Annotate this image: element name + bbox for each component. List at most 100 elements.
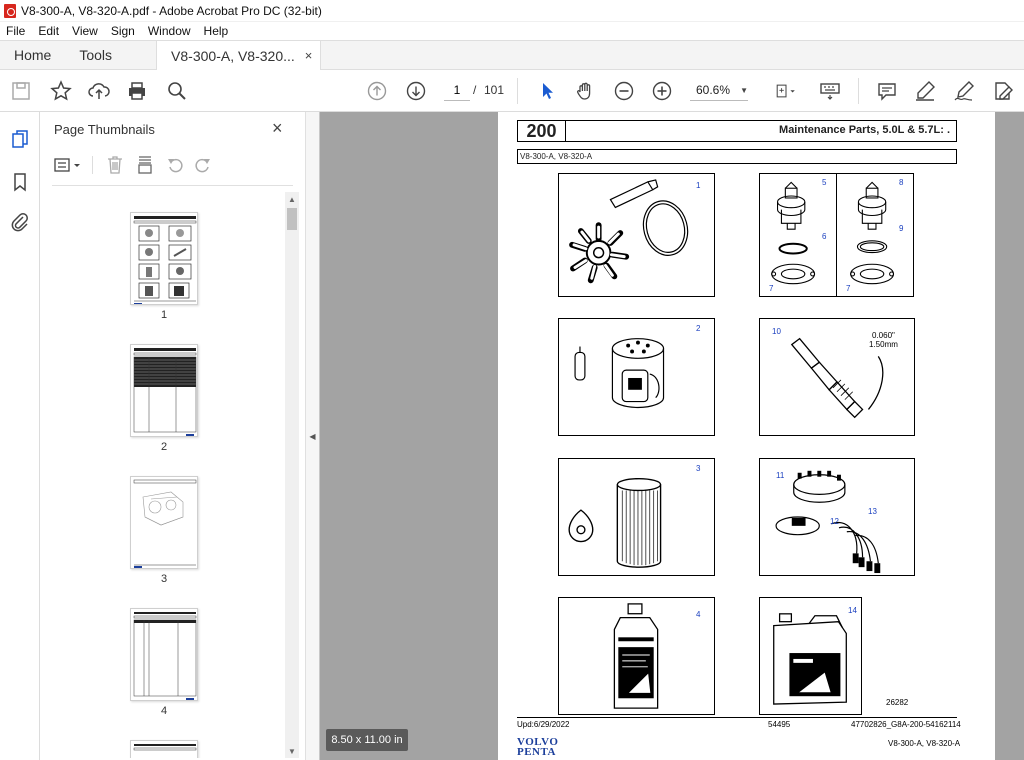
thumbnail-scrollbar[interactable]: ▲ ▼ bbox=[285, 192, 299, 758]
title-bar: V8-300-A, V8-320-A.pdf - Adobe Acrobat P… bbox=[0, 0, 1024, 22]
footer-rule bbox=[517, 717, 957, 718]
page-number-input[interactable] bbox=[444, 79, 470, 101]
main-toolbar: / 101 60.6% ▼ bbox=[0, 70, 1024, 112]
keyboard-icon[interactable] bbox=[818, 79, 842, 103]
thumbnail-label: 1 bbox=[160, 309, 168, 321]
callout-number: 8 bbox=[899, 178, 904, 187]
acrobat-window: V8-300-A, V8-320-A.pdf - Adobe Acrobat P… bbox=[0, 0, 1024, 760]
zoom-level-dropdown[interactable]: 60.6% ▼ bbox=[690, 80, 748, 101]
callout-number: 11 bbox=[776, 471, 785, 480]
options-menu-icon[interactable] bbox=[52, 154, 84, 176]
print-icon[interactable] bbox=[125, 79, 149, 103]
tab-home[interactable]: Home bbox=[0, 41, 67, 69]
thumbnails-icon[interactable] bbox=[8, 128, 32, 152]
scroll-up-icon[interactable]: ▲ bbox=[285, 192, 299, 206]
tab-document[interactable]: V8-300-A, V8-320... × bbox=[156, 41, 322, 70]
menu-edit[interactable]: Edit bbox=[38, 24, 59, 38]
save-icon[interactable] bbox=[9, 79, 33, 103]
scroll-down-icon[interactable]: ▼ bbox=[285, 744, 299, 758]
section-number: 200 bbox=[518, 121, 566, 141]
close-icon[interactable]: × bbox=[272, 118, 283, 139]
document-viewport[interactable]: 200 Maintenance Parts, 5.0L & 5.7L: . V8… bbox=[320, 112, 1024, 760]
zoom-out-icon[interactable] bbox=[612, 79, 636, 103]
select-arrow-icon[interactable] bbox=[535, 79, 559, 103]
navigation-rail bbox=[0, 112, 40, 760]
gap-label-line2: 1.50mm bbox=[869, 340, 898, 349]
callout-number: 7 bbox=[846, 284, 851, 293]
brand-line2: PENTA bbox=[517, 746, 556, 758]
part-illustration-fuel-filter: 2 bbox=[558, 318, 715, 436]
toolbar-divider bbox=[858, 78, 859, 104]
page-up-icon[interactable] bbox=[365, 79, 389, 103]
footer-code: 54495 bbox=[768, 720, 791, 729]
thumbnail-page[interactable] bbox=[130, 212, 198, 305]
delete-icon[interactable] bbox=[104, 154, 126, 176]
section-title: Maintenance Parts, 5.0L & 5.7L: . bbox=[779, 124, 950, 136]
callout-number: 10 bbox=[772, 327, 781, 336]
part-illustration-oil-filter: 3 bbox=[558, 458, 715, 576]
footer-updated: Upd:6/29/2022 bbox=[517, 720, 570, 729]
collapse-panel-icon[interactable]: ◀ bbox=[309, 432, 315, 441]
rotate-left-icon[interactable] bbox=[164, 154, 186, 176]
sign-icon[interactable] bbox=[952, 79, 976, 103]
highlight-icon[interactable] bbox=[913, 79, 937, 103]
page-down-icon[interactable] bbox=[404, 79, 428, 103]
menu-bar: File Edit View Sign Window Help bbox=[0, 22, 1024, 40]
callout-number: 9 bbox=[899, 224, 904, 233]
thumbnail-page[interactable] bbox=[130, 608, 198, 701]
footer-models: V8-300-A, V8-320-A bbox=[888, 739, 961, 748]
pdf-page: 200 Maintenance Parts, 5.0L & 5.7L: . V8… bbox=[498, 112, 995, 760]
models-line: V8-300-A, V8-320-A bbox=[517, 149, 957, 164]
page-thumbnails-panel: Page Thumbnails × 1 2 3 4 ▲ ▼ bbox=[40, 112, 305, 760]
panel-splitter[interactable]: ◀ bbox=[305, 112, 320, 760]
thumbnail-label: 3 bbox=[160, 573, 168, 585]
gap-label-line1: 0.060" bbox=[872, 331, 895, 340]
callout-number: 6 bbox=[822, 232, 827, 241]
edit-pdf-icon[interactable] bbox=[991, 79, 1015, 103]
scrollbar-thumb[interactable] bbox=[287, 208, 297, 230]
thumbnail-page[interactable] bbox=[130, 740, 198, 758]
volvo-penta-logo: VOLVO PENTA bbox=[517, 737, 558, 758]
upload-icon[interactable] bbox=[87, 79, 111, 103]
panel-divider bbox=[52, 185, 293, 186]
part-illustration-spark-plug: 10 0.060" 1.50mm bbox=[759, 318, 915, 436]
toolbar-divider bbox=[517, 78, 518, 104]
callout-number: 13 bbox=[868, 507, 877, 516]
star-icon[interactable] bbox=[49, 79, 73, 103]
rotate-right-icon[interactable] bbox=[192, 154, 214, 176]
comment-icon[interactable] bbox=[875, 79, 899, 103]
bookmark-icon[interactable] bbox=[8, 170, 32, 194]
menu-window[interactable]: Window bbox=[148, 24, 191, 38]
part-illustration-impeller: 1 bbox=[558, 173, 715, 297]
tab-tools[interactable]: Tools bbox=[67, 41, 156, 69]
thumbnail-page[interactable] bbox=[130, 344, 198, 437]
callout-number: 5 bbox=[822, 178, 827, 187]
menu-sign[interactable]: Sign bbox=[111, 24, 135, 38]
page-fit-icon[interactable] bbox=[771, 79, 801, 103]
thumbnail-label: 4 bbox=[160, 705, 168, 717]
search-icon[interactable] bbox=[165, 79, 189, 103]
attachment-icon[interactable] bbox=[8, 210, 32, 234]
callout-number: 14 bbox=[848, 606, 857, 615]
hand-icon[interactable] bbox=[573, 79, 597, 103]
zoom-in-icon[interactable] bbox=[650, 79, 674, 103]
callout-number: 1 bbox=[696, 181, 701, 190]
menu-file[interactable]: File bbox=[6, 24, 25, 38]
insert-page-icon[interactable] bbox=[134, 154, 156, 176]
thumbnail-toolbar bbox=[50, 152, 290, 178]
callout-number: 4 bbox=[696, 610, 701, 619]
callout-number: 2 bbox=[696, 324, 701, 333]
chevron-down-icon: ▼ bbox=[740, 85, 748, 95]
part-illustration-oil-bottle: 4 bbox=[558, 597, 715, 715]
callout-number: 12 bbox=[830, 517, 839, 526]
part-illustration-ignition-parts: 11 12 13 bbox=[759, 458, 915, 576]
page-total: 101 bbox=[484, 83, 505, 97]
menu-help[interactable]: Help bbox=[204, 24, 229, 38]
page-size-indicator: 8.50 x 11.00 in bbox=[326, 729, 408, 751]
thumbnail-list: 1 2 3 4 bbox=[52, 192, 285, 758]
section-header: 200 Maintenance Parts, 5.0L & 5.7L: . bbox=[517, 120, 957, 142]
window-title: V8-300-A, V8-320-A.pdf - Adobe Acrobat P… bbox=[21, 3, 322, 18]
thumbnail-page[interactable] bbox=[130, 476, 198, 569]
tab-close-icon[interactable]: × bbox=[305, 48, 313, 63]
menu-view[interactable]: View bbox=[72, 24, 98, 38]
